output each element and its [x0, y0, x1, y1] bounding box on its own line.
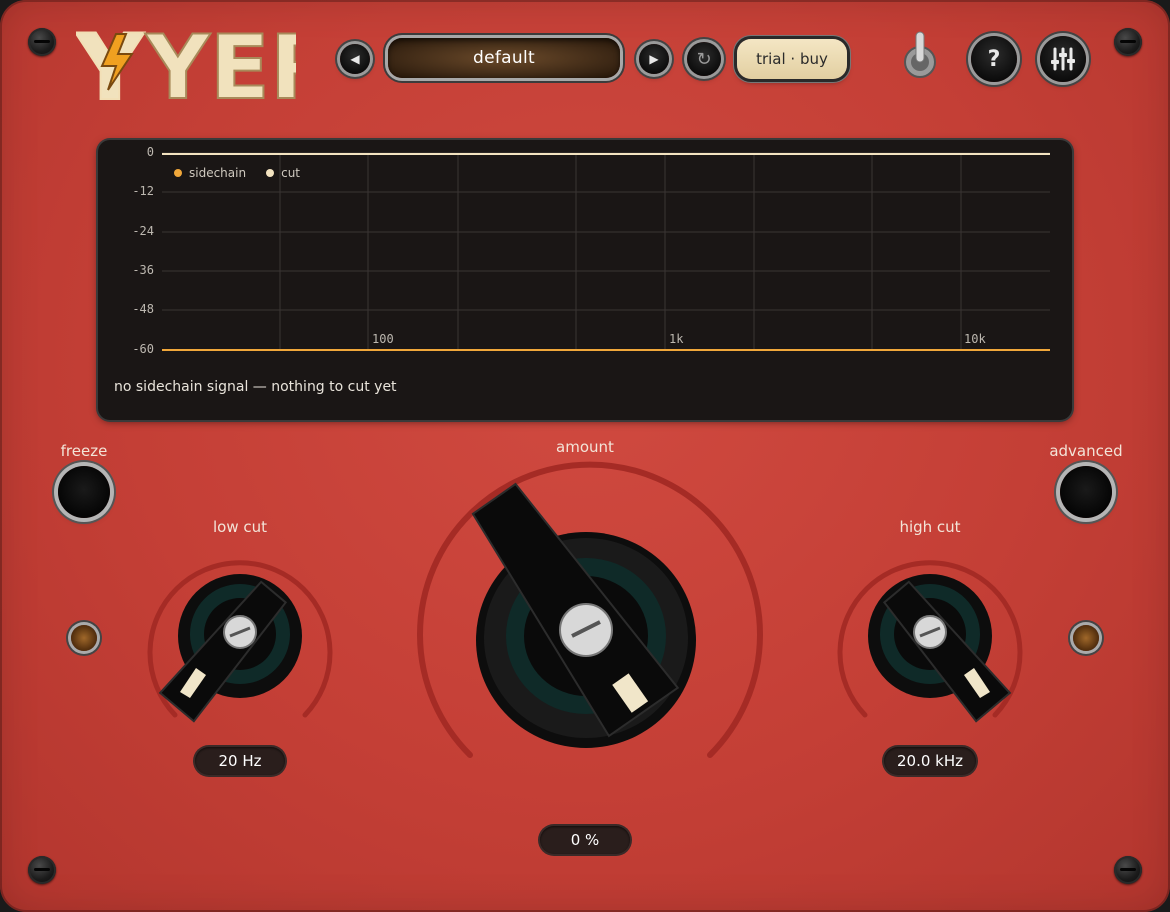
freeze-button[interactable]: [58, 466, 110, 518]
logo-text: YER: [145, 16, 296, 108]
reload-button[interactable]: ↻: [687, 42, 721, 76]
x-tick: 1k: [669, 332, 684, 346]
x-tick: 100: [372, 332, 394, 346]
help-button[interactable]: ?: [971, 36, 1017, 82]
y-tick: -60: [132, 342, 154, 356]
prev-preset-button[interactable]: ◀: [340, 44, 370, 74]
y-tick: -48: [132, 302, 154, 316]
advanced-label: advanced: [1049, 442, 1123, 460]
analyzer-grid: [162, 152, 1050, 351]
trial-buy-label: trial · buy: [756, 50, 828, 68]
low-cut-label: low cut: [212, 518, 268, 536]
high-cut-value[interactable]: 20.0 kHz: [884, 747, 976, 775]
screw-top-left: [28, 28, 56, 56]
amount-label: amount: [556, 438, 614, 456]
spectrum-analyzer[interactable]: 0 -12 -24 -36 -48 -60 100 1k 10k sidecha…: [98, 140, 1072, 420]
y-tick: -36: [132, 263, 154, 277]
high-cut-label: high cut: [899, 518, 961, 536]
help-label: ?: [987, 46, 1001, 72]
low-cut-value[interactable]: 20 Hz: [195, 747, 285, 775]
legend-dot: [174, 169, 182, 177]
settings-button[interactable]: [1040, 36, 1086, 82]
plugin-panel: Y Y YER ◀ default ▶ ↻ trial · buy ?: [0, 0, 1170, 912]
triangle-left-icon: ◀: [350, 52, 360, 66]
y-tick: -12: [132, 184, 154, 198]
refresh-icon: ↻: [696, 48, 712, 70]
toggle-switch[interactable]: [902, 28, 938, 80]
freeze-label: freeze: [60, 442, 108, 460]
amount-value[interactable]: 0 %: [540, 826, 630, 854]
toggle-switch-icon: [904, 31, 936, 78]
x-tick: 10k: [964, 332, 986, 346]
screw-bottom-left: [28, 856, 56, 884]
legend-sidechain: sidechain: [174, 166, 246, 180]
high-cut-knob[interactable]: [830, 540, 1030, 740]
sliders-icon: [1051, 47, 1075, 71]
y-tick: -24: [132, 224, 154, 238]
logo: Y Y YER: [75, 8, 339, 121]
analyzer-legend: sidechain cut: [174, 166, 300, 180]
right-led: [1073, 625, 1099, 651]
next-preset-button[interactable]: ▶: [639, 44, 669, 74]
analyzer-status: no sidechain signal — nothing to cut yet: [114, 379, 397, 395]
screw-bottom-right: [1114, 856, 1142, 884]
screw-top-right: [1114, 28, 1142, 56]
advanced-button[interactable]: [1060, 466, 1112, 518]
amount-knob[interactable]: [410, 461, 763, 770]
trial-buy-button[interactable]: trial · buy: [737, 39, 847, 79]
low-cut-knob[interactable]: [140, 540, 340, 740]
triangle-right-icon: ▶: [649, 52, 659, 66]
legend-label: sidechain: [189, 166, 247, 180]
y-tick: 0: [146, 145, 154, 159]
legend-cut: cut: [266, 166, 300, 180]
preset-name: default: [473, 48, 535, 68]
left-led: [71, 625, 97, 651]
preset-display[interactable]: default: [388, 38, 620, 78]
legend-dot: [266, 169, 275, 177]
legend-label: cut: [281, 166, 301, 180]
